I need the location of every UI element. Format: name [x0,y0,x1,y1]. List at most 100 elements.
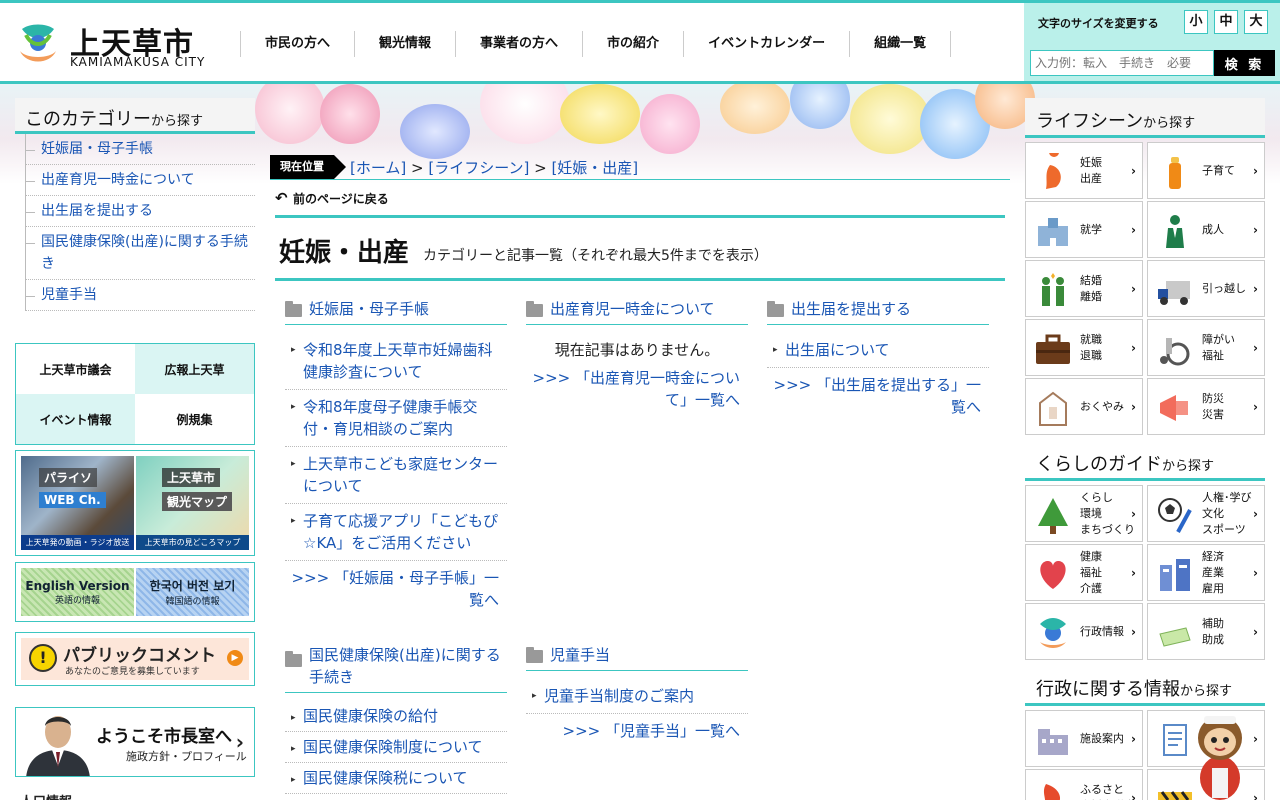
lifescene-grid: 妊娠 出産 › 子育て › 就学 › 成人 › 結婚 離婚 › 引っ越し › 就職 退職 › 障がい 福祉 ›… [1025,138,1265,435]
life-link-truck[interactable]: 引っ越し › [1147,260,1265,317]
life-link-facility[interactable]: 施設案内 › [1025,710,1143,767]
admin-heading-suffix: から探す [1180,684,1233,699]
life-link-soccer[interactable]: 人権･学び 文化 スポーツ › [1147,485,1265,542]
column-heading[interactable]: 出生届を提出する [767,294,989,325]
nav-event-calendar[interactable]: イベントカレンダー [683,31,849,57]
column-heading[interactable]: 出産育児一時金について [526,294,748,325]
life-link-tree[interactable]: くらし 環境 まちづくり › [1025,485,1143,542]
nav-organization[interactable]: 組織一覧 [849,31,952,57]
pregnancy-icon [1046,153,1061,189]
public-comment-banner[interactable]: ! パブリックコメント あなたのご意見を募集しています ▶ [15,632,255,686]
life-link-school[interactable]: 就学 › [1025,201,1143,258]
font-size-large-button[interactable]: 大 [1244,10,1268,34]
category-item-childbirth-allowance[interactable]: 出産育児一時金について [26,165,255,196]
english-version-label: English Version [25,578,130,593]
site-header: 上天草市 KAMIAMAKUSA CITY 市民の方へ 観光情報 事業者の方へ … [0,0,1280,84]
column-heading[interactable]: 妊娠届・母子手帳 [285,294,507,325]
life-link-briefcase[interactable]: 就職 退職 › [1025,319,1143,376]
breadcrumb-lifescene[interactable]: [ライフシーン] [428,159,529,177]
video-map-banner: パライソ WEB Ch. 上天草発の動画・ラジオ放送 上天草市 観光マップ 上天… [15,450,255,556]
column-heading[interactable]: 国民健康保険(出産)に関する手続き [285,640,507,693]
category-item-child-allowance[interactable]: 児童手当 [26,280,255,311]
article-link[interactable]: 出生届について [767,333,989,368]
article-link[interactable]: 国民健康保険制度について [285,732,507,763]
article-link[interactable]: 令和8年度上天草市妊婦歯科健康診査について [285,333,507,390]
more-link[interactable]: >>> 「妊娠届・母子手帳」一覧へ [285,561,507,611]
life-link-megaphone[interactable]: 防災 災害 › [1147,378,1265,435]
article-link[interactable]: 子育て応援アプリ「こどもぴ☆KA」をご活用ください [285,504,507,561]
folder-icon [526,647,543,663]
nav-citizens[interactable]: 市民の方へ [240,31,354,57]
tile-label: 補助 助成 [1202,616,1224,646]
city-logo-icon [1040,618,1066,648]
logo-subtitle: KAMIAMAKUSA CITY [70,55,206,69]
regulations-link[interactable]: 例規集 [135,394,254,444]
paraiso-web-channel-banner[interactable]: パライソ WEB Ch. 上天草発の動画・ラジオ放送 [21,456,134,550]
article-link[interactable]: 国民健康保険の給付 [285,701,507,732]
adult-icon [1166,215,1184,248]
article-link[interactable]: 令和8年度母子健康手帳交付・育児相談のご案内 [285,390,507,447]
back-link[interactable]: ↶ 前のページに戻る [275,189,389,207]
column-heading-label: 妊娠届・母子手帳 [309,300,430,318]
subsidy-icon [1159,627,1191,647]
more-link[interactable]: >>> 「出産育児一時金について」一覧へ [526,367,748,411]
life-link-adult[interactable]: 成人 › [1147,201,1265,258]
arrow-right-icon: ▶ [227,650,243,666]
chevron-right-icon: › [235,730,244,754]
column-heading[interactable]: 児童手当 [526,640,748,671]
more-link[interactable]: >>> 「出生届を提出する」一覧へ [767,368,989,418]
life-link-buildings[interactable]: 経済 産業 雇用 › [1147,544,1265,601]
life-link-couple[interactable]: 結婚 離婚 › [1025,260,1143,317]
tile-label: 成人 [1202,222,1224,236]
tile-label: 結婚 離婚 [1080,273,1102,303]
paraiso-title: パライソ [39,468,98,487]
breadcrumb-home[interactable]: [ホーム] [350,159,406,177]
flower-decoration [560,84,640,144]
nav-tourism[interactable]: 観光情報 [354,31,455,57]
search-button[interactable]: 検 索 [1214,50,1275,76]
event-info-link[interactable]: イベント情報 [16,394,135,444]
font-size-label: 文字のサイズを変更する [1038,17,1159,30]
korean-version-link[interactable]: 한국어 버전 보기 韓国語の情報 [136,568,249,616]
life-link-condolence[interactable]: おくやみ › [1025,378,1143,435]
article-link[interactable]: 上天草市こども家庭センターについて [285,447,507,504]
main-content: 現在位置 [ホーム] > [ライフシーン] > [妊娠・出産] ↶ 前のページに戻… [270,153,1010,794]
tourism-map-banner[interactable]: 上天草市 観光マップ 上天草市の見どころマップ [136,456,249,550]
tree-icon [1038,498,1068,534]
nav-business[interactable]: 事業者の方へ [455,31,582,57]
site-logo[interactable]: 上天草市 KAMIAMAKUSA CITY [16,21,206,73]
nav-city-intro[interactable]: 市の紹介 [582,31,683,57]
folder-icon [767,301,784,317]
life-link-pregnancy[interactable]: 妊娠 出産 › [1025,142,1143,199]
font-size-medium-button[interactable]: 中 [1214,10,1238,34]
life-link-city-logo[interactable]: 行政情報 › [1025,603,1143,660]
public-comment-title: パブリックコメント [63,646,216,666]
breadcrumb-pregnancy[interactable]: [妊娠・出産] [551,159,638,177]
life-link-subsidy[interactable]: 補助 助成 › [1147,603,1265,660]
guide-heading-suffix: から探す [1162,459,1215,474]
city-council-link[interactable]: 上天草市議会 [16,344,135,394]
english-version-link[interactable]: English Version 英語の情報 [21,568,134,616]
search-input[interactable] [1030,50,1214,76]
category-item-health-insurance[interactable]: 国民健康保険(出産)に関する手続き [26,227,255,280]
lifescene-heading-suffix: から探す [1143,116,1196,131]
life-link-heart[interactable]: 健康 福祉 介護 › [1025,544,1143,601]
flower-decoration [720,84,790,134]
tile-label: 施設案内 [1080,731,1124,745]
article-link[interactable]: 国民健康保険税について [285,763,507,794]
more-link[interactable]: >>> 「児童手当」一覧へ [526,714,748,742]
megaphone-icon [1160,395,1188,421]
font-size-small-button[interactable]: 小 [1184,10,1208,34]
category-item-pregnancy-notice[interactable]: 妊娠届・母子手帳 [26,134,255,165]
language-banner: English Version 英語の情報 한국어 버전 보기 韓国語の情報 [15,562,255,622]
category-item-birth-registration[interactable]: 出生届を提出する [26,196,255,227]
mayor-office-banner[interactable]: ようこそ市長室へ 施政方針・プロフィール › [15,707,255,777]
folder-icon [285,651,302,667]
life-link-hometown[interactable]: ふるさと 応援寄附金› [1025,769,1143,800]
article-link[interactable]: 児童手当制度のご案内 [526,679,748,714]
mayor-office-title: ようこそ市長室へ [96,727,232,747]
tile-label: 人権･学び 文化 スポーツ [1202,490,1252,536]
life-link-baby-bottle[interactable]: 子育て › [1147,142,1265,199]
life-link-wheelchair[interactable]: 障がい 福祉 › [1147,319,1265,376]
city-bulletin-link[interactable]: 広報上天草 [135,344,254,394]
